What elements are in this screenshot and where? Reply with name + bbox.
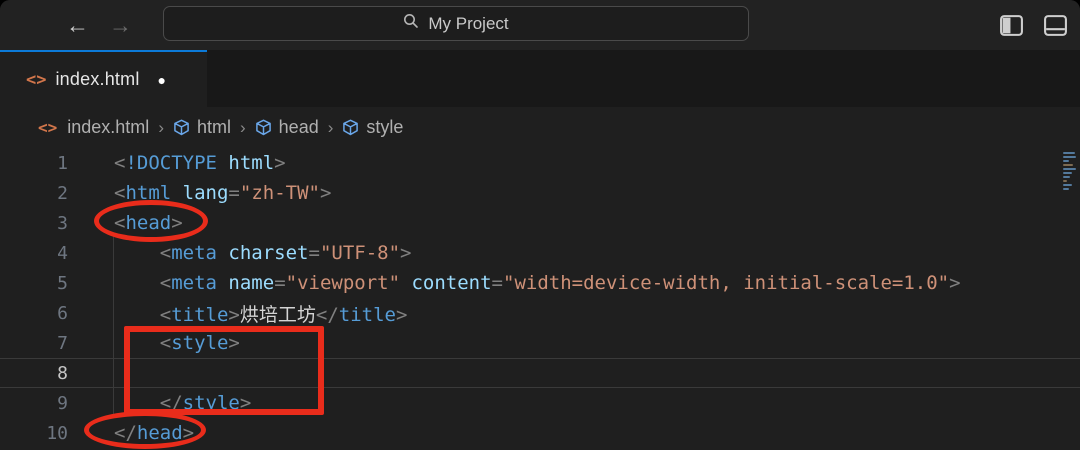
html-file-icon: <> [26,70,46,90]
breadcrumb-item-html[interactable]: html [173,117,231,138]
line-number: 1 [0,153,68,174]
code-line-10[interactable]: 10 </head> [0,418,1080,448]
breadcrumb-item-label: html [197,117,231,138]
symbol-cube-icon [342,119,359,136]
forward-arrow-icon[interactable]: → [109,14,132,37]
minimap-line [1063,180,1067,182]
title-bar: ← → My Project [0,0,1080,50]
layout-controls [999,0,1068,50]
code-line-1[interactable]: 1 <!DOCTYPE html> [0,148,1080,178]
command-center-search[interactable]: My Project [163,6,749,41]
line-number: 3 [0,213,68,234]
code-text: <meta name="viewport" content="width=dev… [114,272,961,294]
minimap-line [1063,188,1069,190]
code-text: </head> [114,422,194,444]
command-center-label: My Project [428,14,508,34]
code-line-7[interactable]: 7 <style> [0,328,1080,358]
breadcrumb-separator-icon: › [328,118,334,138]
breadcrumb-item-label: style [366,117,403,138]
back-arrow-icon[interactable]: ← [66,14,89,37]
line-number: 5 [0,273,68,294]
minimap-line [1063,160,1069,162]
toggle-panel-icon[interactable] [1043,13,1068,38]
minimap-line [1063,172,1072,174]
tab-index-html[interactable]: <> index.html ● [0,50,207,107]
breadcrumb-item-style[interactable]: style [342,117,403,138]
symbol-cube-icon [255,119,272,136]
code-lines: 1 <!DOCTYPE html> 2 <html lang="zh-TW"> 3 <he… [0,148,1080,448]
minimap-line [1063,156,1076,158]
code-text: <style> [114,332,240,354]
breadcrumb-symbols: › html › head › style [149,117,403,138]
breadcrumb-item-file[interactable]: index.html [67,117,149,138]
code-line-4[interactable]: 4 <meta charset="UTF-8"> [0,238,1080,268]
code-text: <meta charset="UTF-8"> [114,242,411,264]
line-number: 6 [0,303,68,324]
code-line-5[interactable]: 5 <meta name="viewport" content="width=d… [0,268,1080,298]
tab-bar: <> index.html ● [0,50,1080,107]
minimap-line [1063,168,1076,170]
breadcrumb-separator-icon: › [158,118,164,138]
line-number: 9 [0,393,68,414]
history-navigation: ← → [66,0,132,50]
code-text: <title>烘培工坊</title> [114,300,407,327]
minimap[interactable] [1063,148,1079,192]
code-line-6[interactable]: 6 <title>烘培工坊</title> [0,298,1080,328]
minimap-line [1063,152,1075,154]
code-line-9[interactable]: 9 </style> [0,388,1080,418]
minimap-line [1063,176,1070,178]
code-editor[interactable]: 1 <!DOCTYPE html> 2 <html lang="zh-TW"> 3 <he… [0,148,1080,450]
code-line-3[interactable]: 3 <head> [0,208,1080,238]
vscode-window: ← → My Project <> index.html ● <> [0,0,1080,450]
line-number: 2 [0,183,68,204]
line-number: 8 [0,363,68,384]
code-text: <html lang="zh-TW"> [114,182,331,204]
line-number: 10 [0,423,68,444]
code-text: </style> [114,392,251,414]
tab-label: index.html [55,69,139,90]
code-line-8[interactable]: 8 [0,358,1080,388]
unsaved-changes-dot[interactable]: ● [158,72,166,88]
breadcrumb: <> index.html › html › head › style [0,107,1080,148]
search-icon [403,13,419,34]
line-number: 7 [0,333,68,354]
breadcrumb-separator-icon: › [240,118,246,138]
line-number: 4 [0,243,68,264]
html-file-icon: <> [38,118,57,137]
code-line-2[interactable]: 2 <html lang="zh-TW"> [0,178,1080,208]
code-text: <!DOCTYPE html> [114,152,286,174]
minimap-line [1063,184,1072,186]
minimap-line [1063,164,1073,166]
indent-guide [113,235,114,415]
toggle-sidebar-icon[interactable] [999,13,1024,38]
tab-bar-empty-space [207,50,1080,107]
code-text: <head> [114,212,183,234]
breadcrumb-item-head[interactable]: head [255,117,319,138]
breadcrumb-item-label: head [279,117,319,138]
symbol-cube-icon [173,119,190,136]
